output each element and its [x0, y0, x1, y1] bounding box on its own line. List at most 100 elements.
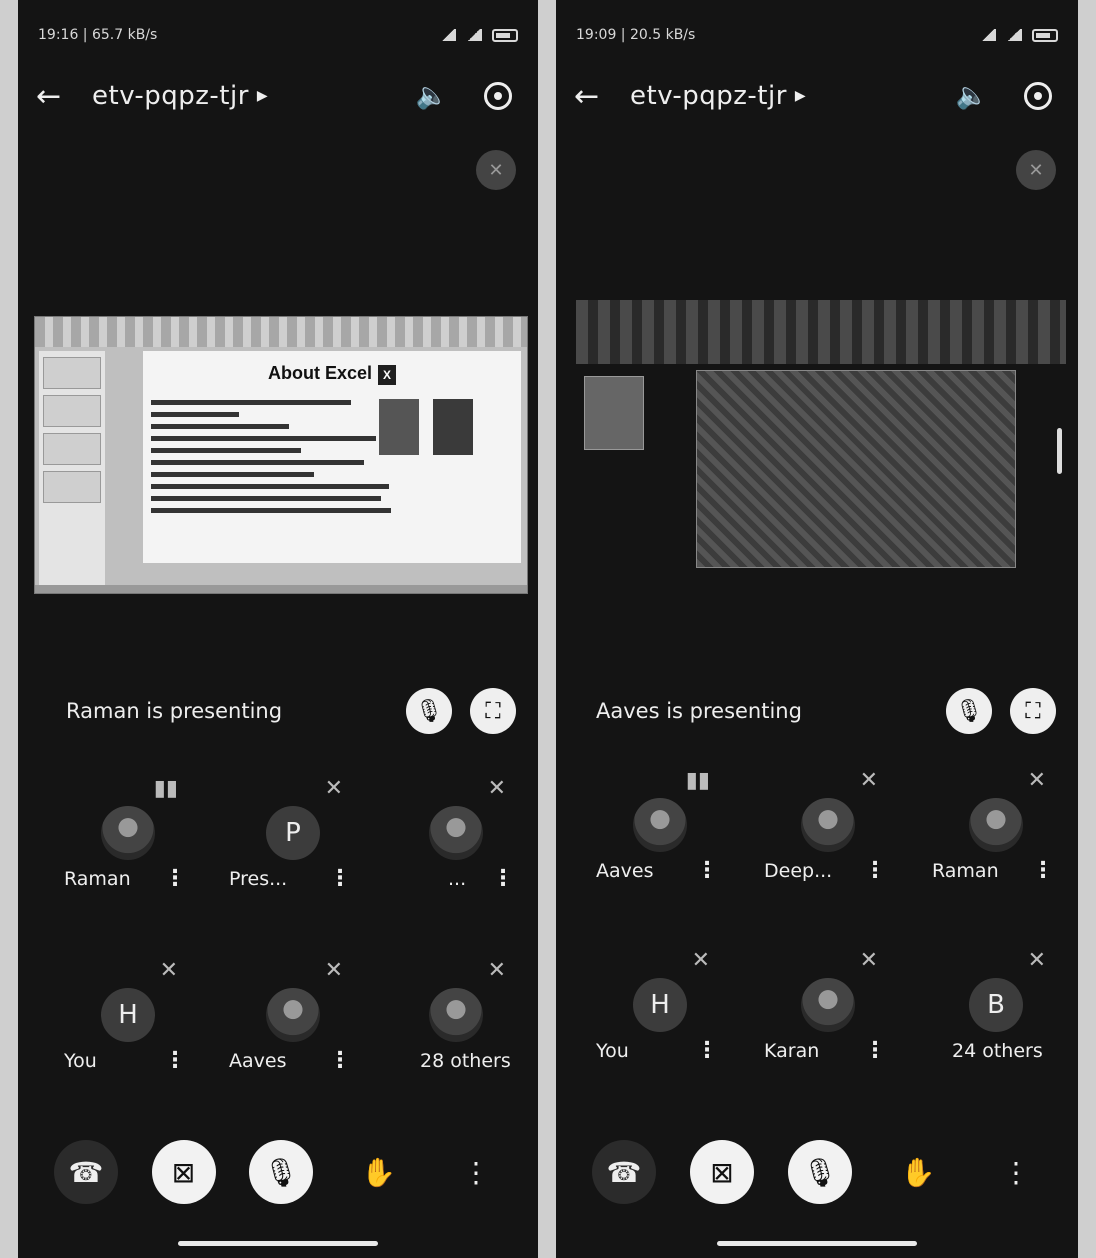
end-call-icon[interactable]: ☎	[592, 1140, 656, 1204]
mic-off-icon: ✕	[691, 948, 710, 973]
mic-off-icon[interactable]: 🎙	[946, 688, 992, 734]
more-vertical-icon[interactable]: ⋮	[329, 1048, 351, 1073]
mic-off-icon: ✕	[324, 958, 343, 983]
participant-name: Raman	[64, 868, 131, 890]
more-vertical-icon[interactable]: ⋮	[864, 1038, 886, 1063]
home-indicator[interactable]	[178, 1241, 378, 1246]
participant-tile[interactable]: ✕ Deep... ⋮	[748, 768, 908, 888]
mic-off-icon: ✕	[487, 958, 506, 983]
battery-icon	[492, 28, 518, 42]
fullscreen-icon[interactable]: ⛶	[470, 688, 516, 734]
more-vertical-icon[interactable]: ⋮	[164, 866, 186, 891]
mic-off-icon[interactable]: 🎙	[788, 1140, 852, 1204]
camera-off-icon[interactable]: ⊠	[690, 1140, 754, 1204]
mic-off-icon[interactable]: 🎙	[249, 1140, 313, 1204]
participant-tile[interactable]: ✕ Aaves ⋮	[213, 958, 373, 1078]
more-vertical-icon[interactable]: ⋮	[444, 1140, 508, 1204]
speaker-icon[interactable]: 🔈	[412, 76, 452, 116]
mic-off-icon: ✕	[1027, 768, 1046, 793]
avatar	[429, 806, 483, 860]
avatar	[633, 798, 687, 852]
participant-tile[interactable]: ✕ 28 others	[376, 958, 536, 1078]
presenting-label: Aaves is presenting	[596, 699, 802, 723]
presenting-row: Raman is presenting 🎙 ⛶	[66, 688, 516, 734]
more-vertical-icon[interactable]: ⋮	[164, 1048, 186, 1073]
raise-hand-icon[interactable]: ✋	[886, 1140, 950, 1204]
meeting-header: ← etv-pqpz-tjr ▶ 🔈	[36, 70, 518, 122]
participant-tile[interactable]: ✕ H You ⋮	[48, 958, 208, 1078]
more-vertical-icon[interactable]: ⋮	[696, 1038, 718, 1063]
signal-icon	[466, 29, 482, 41]
signal-icon	[980, 29, 996, 41]
participant-tile[interactable]: ✕ ... ⋮	[376, 776, 536, 896]
switch-camera-icon[interactable]	[1018, 76, 1058, 116]
participant-name: ...	[448, 868, 467, 890]
more-vertical-icon[interactable]: ⋮	[864, 858, 886, 883]
fullscreen-icon[interactable]: ⛶	[1010, 688, 1056, 734]
status-time: 19:09 | 20.5 kB/s	[576, 27, 696, 43]
mic-off-icon: ✕	[159, 958, 178, 983]
avatar	[801, 798, 855, 852]
meeting-header: ← etv-pqpz-tjr ▶ 🔈	[574, 70, 1058, 122]
switch-camera-icon[interactable]	[478, 76, 518, 116]
shared-slide	[696, 370, 1016, 568]
signal-icon	[1006, 29, 1022, 41]
mic-off-icon: ✕	[476, 150, 516, 190]
participant-tile[interactable]: ▮▮ Aaves ⋮	[580, 768, 740, 888]
slide-thumbnail	[584, 376, 644, 450]
avatar	[101, 806, 155, 860]
meeting-code[interactable]: etv-pqpz-tjr	[92, 81, 249, 111]
chevron-right-icon[interactable]: ▶	[257, 88, 268, 104]
avatar: H	[101, 988, 155, 1042]
mic-off-icon: ✕	[1016, 150, 1056, 190]
participant-name: Pres...	[229, 868, 288, 890]
back-arrow-icon[interactable]: ←	[574, 79, 630, 114]
camera-off-icon[interactable]: ⊠	[151, 1140, 216, 1204]
raise-hand-icon[interactable]: ✋	[347, 1140, 411, 1204]
avatar	[429, 988, 483, 1042]
participant-tile[interactable]: ✕ B 24 others	[916, 948, 1076, 1068]
meeting-code[interactable]: etv-pqpz-tjr	[630, 81, 787, 111]
presenting-label: Raman is presenting	[66, 699, 283, 723]
excel-logo-icon: X	[378, 365, 397, 385]
participant-tile[interactable]: ✕ P Pres... ⋮	[213, 776, 373, 896]
mic-off-icon[interactable]: 🎙	[406, 688, 452, 734]
app-ribbon	[35, 317, 527, 347]
presentation-view[interactable]: About Excel X	[34, 300, 528, 600]
scrollbar[interactable]	[1057, 428, 1062, 474]
shared-screen: About Excel X	[34, 316, 528, 594]
participant-tile[interactable]: ✕ H You ⋮	[580, 948, 740, 1068]
more-vertical-icon[interactable]: ⋮	[492, 866, 514, 891]
end-call-icon[interactable]: ☎	[54, 1140, 118, 1204]
slide-title: About Excel X	[143, 363, 521, 385]
more-vertical-icon[interactable]: ⋮	[329, 866, 351, 891]
participant-tile[interactable]: ✕ Karan ⋮	[748, 948, 908, 1068]
avatar	[969, 798, 1023, 852]
speaking-icon: ▮▮	[685, 768, 710, 793]
presentation-view[interactable]	[576, 300, 1066, 600]
mic-off-icon: ✕	[859, 768, 878, 793]
more-vertical-icon[interactable]: ⋮	[696, 858, 718, 883]
chevron-right-icon[interactable]: ▶	[795, 88, 806, 104]
avatar: P	[266, 806, 320, 860]
participant-name: You	[64, 1050, 97, 1072]
slide-bullets	[151, 393, 401, 520]
portrait-image	[379, 399, 419, 455]
participant-tile[interactable]: ▮▮ Raman ⋮	[48, 776, 208, 896]
signal-icon	[440, 29, 456, 41]
mic-off-icon: ✕	[859, 948, 878, 973]
back-arrow-icon[interactable]: ←	[36, 79, 92, 114]
app-status-bar	[35, 585, 527, 593]
mic-off-icon: ✕	[324, 776, 343, 801]
more-vertical-icon[interactable]: ⋮	[984, 1140, 1048, 1204]
mic-off-icon: ✕	[487, 776, 506, 801]
avatar: B	[969, 978, 1023, 1032]
meet-screen-right: 19:09 | 20.5 kB/s ← etv-pqpz-tjr ▶ 🔈 ✕ A…	[556, 0, 1078, 1258]
more-vertical-icon[interactable]: ⋮	[1032, 858, 1054, 883]
participant-name: Raman	[932, 860, 999, 882]
speaker-icon[interactable]: 🔈	[952, 76, 992, 116]
participant-tile[interactable]: ✕ Raman ⋮	[916, 768, 1076, 888]
home-indicator[interactable]	[717, 1241, 917, 1246]
speaking-icon: ▮▮	[153, 776, 178, 801]
portrait-image	[433, 399, 473, 455]
